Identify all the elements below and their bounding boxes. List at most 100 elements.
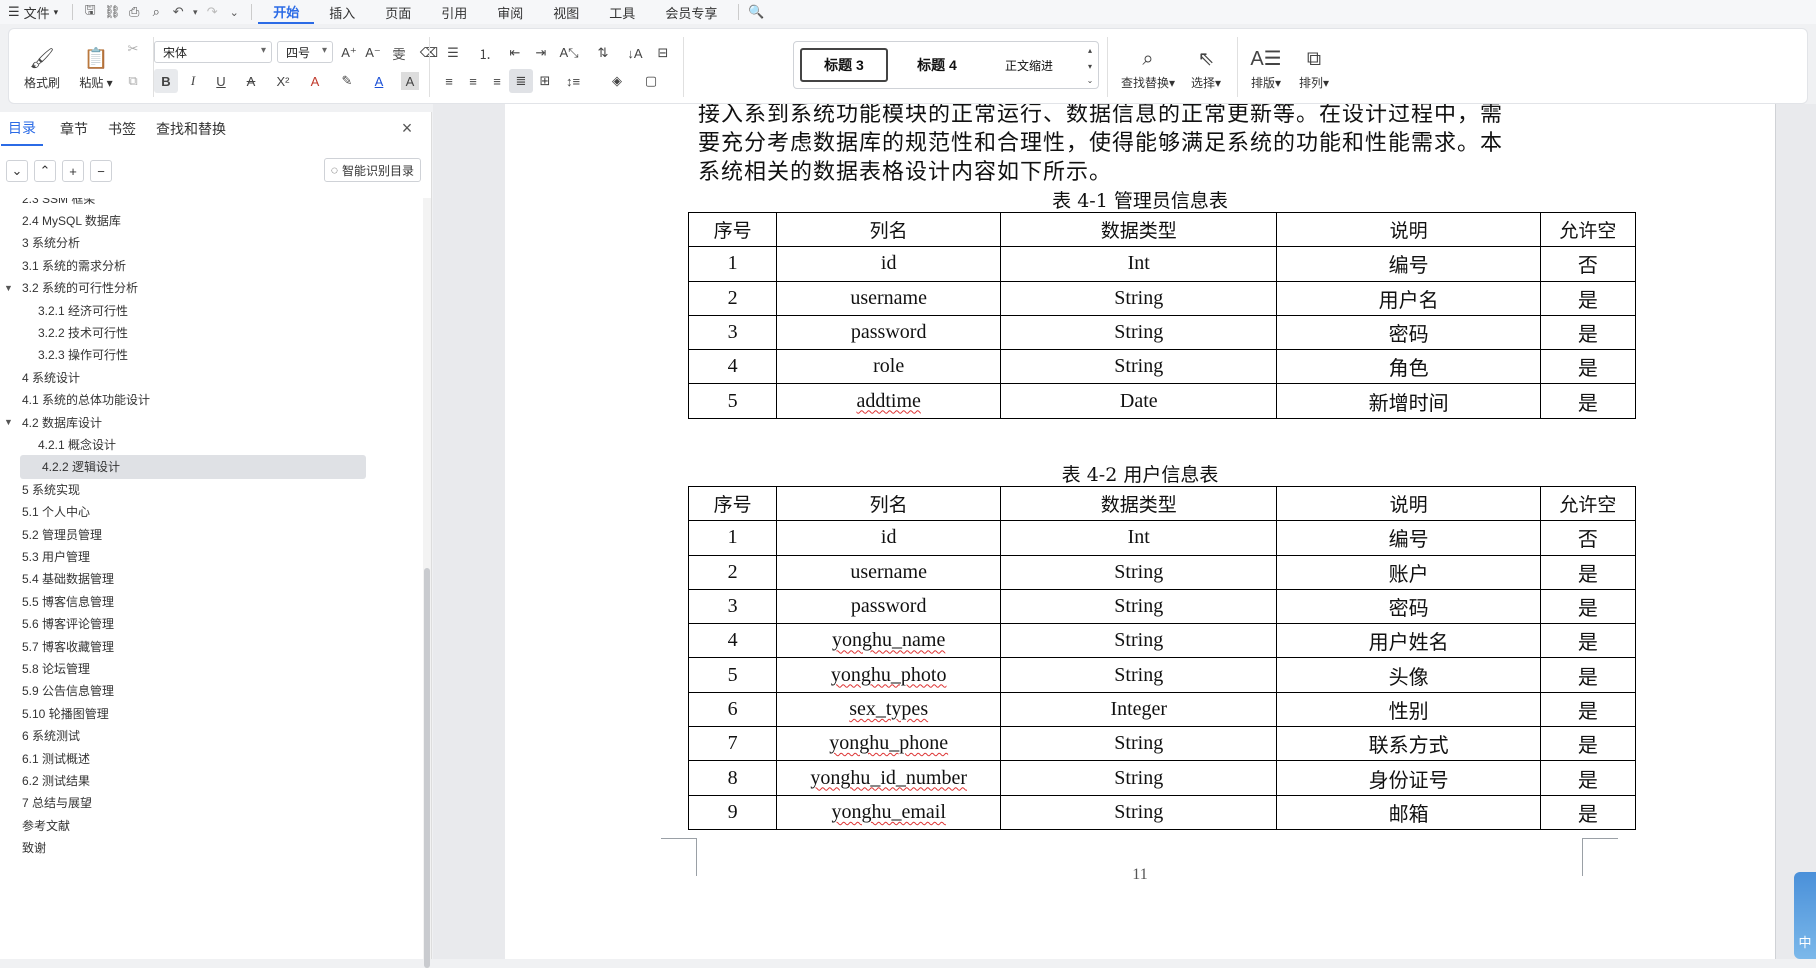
toc-item[interactable]: 3 系统分析 xyxy=(22,231,422,255)
find-replace-button[interactable]: ⌕ 查找替换▾ xyxy=(1115,37,1181,97)
numbered-list-icon[interactable]: ⒈ xyxy=(473,41,497,65)
toc-item[interactable]: 致谢 xyxy=(22,836,422,860)
layout-button[interactable]: A☰ 排版▾ xyxy=(1243,37,1289,97)
underline-icon[interactable]: U xyxy=(209,69,233,93)
toc-item[interactable]: 5.5 博客信息管理 xyxy=(22,589,422,613)
collapse-icon[interactable]: ⌄ xyxy=(6,160,28,182)
distributed-icon[interactable]: ⊞ xyxy=(533,69,557,93)
tab-chapters[interactable]: 章节 xyxy=(53,112,95,146)
tab-bookmarks[interactable]: 书签 xyxy=(101,112,143,146)
tab-review[interactable]: 审阅 xyxy=(482,0,538,24)
print-icon[interactable]: ⎙ xyxy=(123,0,145,24)
toc-item[interactable]: 4.2.2 逻辑设计 xyxy=(20,454,366,479)
add-icon[interactable]: + xyxy=(62,160,84,182)
font-name-select[interactable]: 宋体 ▾ xyxy=(154,41,272,63)
toc-item[interactable]: 5.7 博客收藏管理 xyxy=(22,634,422,658)
style-heading-3[interactable]: 标题 3 xyxy=(800,48,888,82)
toc-item[interactable]: 5.6 博客评论管理 xyxy=(22,612,422,636)
tab-view[interactable]: 视图 xyxy=(538,0,594,24)
line-spacing-icon[interactable]: ↕≡ xyxy=(561,69,585,93)
expand-gallery-icon[interactable]: ⌄ xyxy=(1084,74,1096,86)
remove-icon[interactable]: − xyxy=(90,160,112,182)
text-effect-icon[interactable]: A xyxy=(303,69,327,93)
toc-item[interactable]: 7 总结与展望 xyxy=(22,791,422,815)
font-size-select[interactable]: 四号 ▾ xyxy=(277,41,333,63)
align-center-icon[interactable]: ≡ xyxy=(461,69,485,93)
paste-button[interactable]: 📋 粘贴 ▾ xyxy=(71,37,121,97)
close-icon[interactable]: × xyxy=(397,118,417,138)
scrollbar-thumb[interactable] xyxy=(424,568,430,968)
document-page[interactable]: 接入系到系统功能模块的正常运行、数据信息的正常更新等。在设计过程中，需 要充分考… xyxy=(505,104,1775,959)
justify-icon[interactable]: ≣ xyxy=(509,69,533,93)
toc-item[interactable]: 参考文献 xyxy=(22,813,422,837)
toc-item[interactable]: ▼ 4.2 数据库设计 xyxy=(4,410,422,434)
font-color-icon[interactable]: A xyxy=(367,69,391,93)
file-menu[interactable]: ☰ 文件 ▾ xyxy=(0,0,66,24)
toc-item[interactable]: ▼ 3.2 系统的可行性分析 xyxy=(4,276,422,300)
toc-item[interactable]: 6.2 测试结果 xyxy=(22,768,422,792)
save-icon[interactable]: 🖫 xyxy=(79,0,101,24)
style-body-indent[interactable]: 正文缩进 xyxy=(986,48,1072,82)
toc-item[interactable]: 5 系统实现 xyxy=(22,477,422,501)
text-direction-icon[interactable]: A⤡ xyxy=(557,41,581,65)
paragraph-sort-icon[interactable]: ↓A xyxy=(623,41,647,65)
copy-icon[interactable]: ⧉ xyxy=(121,69,145,93)
expand-toggle-icon[interactable]: ▼ xyxy=(4,417,16,427)
align-right-icon[interactable]: ≡ xyxy=(485,69,509,93)
shrink-font-icon[interactable]: A⁻ xyxy=(361,41,385,65)
toc-item[interactable]: 5.4 基础数据管理 xyxy=(22,567,422,591)
link-icon[interactable]: ⛓ xyxy=(101,0,123,24)
highlight-icon[interactable]: ✎ xyxy=(335,69,359,93)
tab-member[interactable]: 会员专享 xyxy=(650,0,732,24)
superscript-icon[interactable]: X² xyxy=(271,69,295,93)
tab-find-replace[interactable]: 查找和替换 xyxy=(149,112,233,146)
smart-toc-button[interactable]: ◌ 智能识别目录 xyxy=(323,158,421,182)
show-marks-icon[interactable]: ⊟ xyxy=(651,41,675,65)
align-left-icon[interactable]: ≡ xyxy=(437,69,461,93)
expand-up-icon[interactable]: ⌃ xyxy=(34,160,56,182)
style-heading-4[interactable]: 标题 4 xyxy=(894,48,980,82)
increase-indent-icon[interactable]: ⇥ xyxy=(529,41,553,65)
toc-item[interactable]: 6 系统测试 xyxy=(22,724,422,748)
toc-item[interactable]: 3.2.3 操作可行性 xyxy=(38,343,422,367)
input-method-widget[interactable]: 中 xyxy=(1794,872,1816,959)
toc-item[interactable]: 5.3 用户管理 xyxy=(22,544,422,568)
tab-insert[interactable]: 插入 xyxy=(314,0,370,24)
bold-icon[interactable]: B xyxy=(154,69,178,93)
toc-item[interactable]: 3.2.2 技术可行性 xyxy=(38,320,422,344)
toc-item[interactable]: 4.2.1 概念设计 xyxy=(38,432,422,456)
phonetic-guide-icon[interactable]: 雯 xyxy=(387,41,411,65)
strikethrough-icon[interactable]: A xyxy=(239,69,263,93)
scroll-down-icon[interactable]: ▾ xyxy=(1084,60,1096,72)
shading-icon[interactable]: ◈ xyxy=(605,69,629,93)
decrease-indent-icon[interactable]: ⇤ xyxy=(503,41,527,65)
scroll-up-icon[interactable]: ▴ xyxy=(1084,44,1096,56)
undo-icon[interactable]: ↶ xyxy=(167,0,189,24)
select-button[interactable]: ⇖ 选择▾ xyxy=(1183,37,1229,97)
toc-item[interactable]: 5.2 管理员管理 xyxy=(22,522,422,546)
toc-item[interactable]: 6.1 测试概述 xyxy=(22,746,422,770)
tab-page[interactable]: 页面 xyxy=(370,0,426,24)
arrange-button[interactable]: ⧉ 排列▾ xyxy=(1291,37,1337,97)
tab-references[interactable]: 引用 xyxy=(426,0,482,24)
border-icon[interactable]: ▢ xyxy=(639,69,663,93)
search-icon[interactable]: 🔍 xyxy=(745,0,767,24)
more-dropdown-icon[interactable]: ⌄ xyxy=(223,0,245,24)
toc-item[interactable]: 4.1 系统的总体功能设计 xyxy=(22,388,422,412)
sort-icon[interactable]: ⇅ xyxy=(591,41,615,65)
print-preview-icon[interactable]: ⌕ xyxy=(145,0,167,24)
expand-toggle-icon[interactable]: ▼ xyxy=(4,283,16,293)
italic-icon[interactable]: I xyxy=(181,69,205,93)
toc-item[interactable]: 5.8 论坛管理 xyxy=(22,656,422,680)
redo-icon[interactable]: ↷ xyxy=(201,0,223,24)
cut-icon[interactable]: ✂ xyxy=(121,37,145,61)
char-shading-icon[interactable]: A xyxy=(401,72,419,90)
tab-home[interactable]: 开始 xyxy=(258,0,315,24)
undo-dropdown-icon[interactable]: ▾ xyxy=(189,0,201,24)
toc-item[interactable]: 4 系统设计 xyxy=(22,365,422,389)
toc-scrollbar[interactable] xyxy=(423,198,431,968)
toc-item[interactable]: 3.2.1 经济可行性 xyxy=(38,298,422,322)
toc-item[interactable]: 5.9 公告信息管理 xyxy=(22,679,422,703)
grow-font-icon[interactable]: A⁺ xyxy=(337,41,361,65)
format-painter-button[interactable]: 🖌 格式刷 xyxy=(17,37,67,97)
